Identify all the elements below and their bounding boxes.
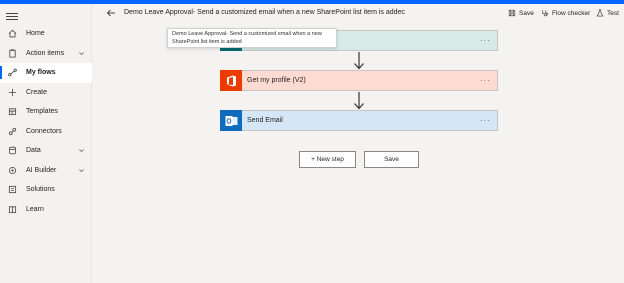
title-tooltip: Demo Leave Approval- Send a customized e… — [167, 28, 337, 48]
more-options-icon[interactable]: ··· — [480, 36, 491, 45]
sidebar-item-connectors[interactable]: Connectors — [0, 122, 92, 142]
outlook-icon — [220, 110, 242, 131]
sidebar-item-label: Connectors — [26, 127, 62, 135]
solutions-icon — [8, 185, 17, 194]
sidebar-item-label: AI Builder — [26, 166, 57, 174]
test-button[interactable]: Test — [596, 9, 619, 17]
sidebar-item-label: Home — [26, 30, 45, 38]
save-icon — [508, 9, 516, 17]
step-label: Send Email — [247, 117, 283, 124]
sidebar-item-ai-builder[interactable]: AI Builder — [0, 161, 92, 181]
left-navigation: Home Action items My flows Create Templa… — [0, 4, 92, 283]
stethoscope-icon — [542, 10, 549, 17]
new-step-button[interactable]: + New step — [299, 151, 356, 168]
sidebar-item-solutions[interactable]: Solutions — [0, 180, 92, 200]
get-my-profile-step-card[interactable]: Get my profile (V2) ··· — [220, 70, 498, 91]
book-icon — [8, 205, 17, 214]
sidebar-item-my-flows[interactable]: My flows — [0, 63, 92, 83]
hamburger-menu-icon[interactable] — [6, 11, 18, 23]
save-flow-button[interactable]: Save — [364, 151, 419, 168]
ai-builder-icon — [8, 166, 17, 175]
sidebar-item-label: Learn — [26, 205, 44, 213]
flow-checker-label: Flow checker — [552, 9, 591, 17]
plus-icon — [8, 88, 17, 97]
clipboard-icon — [8, 49, 17, 58]
flow-designer: Demo Leave Approval- Send a customized e… — [92, 4, 624, 283]
connector-arrow-icon — [354, 52, 364, 70]
sidebar-item-label: Solutions — [26, 186, 55, 194]
sidebar-item-data[interactable]: Data — [0, 141, 92, 161]
sidebar-item-label: Create — [26, 88, 48, 96]
sidebar-item-action-items[interactable]: Action items — [0, 44, 92, 64]
more-options-icon[interactable]: ··· — [480, 116, 491, 125]
send-email-step-card[interactable]: Send Email ··· — [220, 110, 498, 131]
sidebar-item-label: Templates — [26, 108, 58, 116]
connector-icon — [8, 127, 17, 136]
flask-icon — [596, 9, 604, 17]
sidebar-item-home[interactable]: Home — [0, 24, 92, 44]
sidebar-item-label: Data — [26, 147, 41, 155]
chevron-down-icon[interactable] — [78, 147, 85, 154]
more-options-icon[interactable]: ··· — [480, 76, 491, 85]
sidebar-item-label: My flows — [26, 69, 56, 77]
connector-arrow-icon — [354, 92, 364, 110]
chevron-down-icon[interactable] — [78, 50, 85, 57]
test-label: Test — [607, 9, 619, 17]
chevron-down-icon[interactable] — [78, 167, 85, 174]
step-label: Get my profile (V2) — [247, 77, 306, 84]
save-command-button[interactable]: Save — [508, 9, 534, 17]
save-command-label: Save — [519, 9, 534, 17]
flow-checker-button[interactable]: Flow checker — [541, 9, 590, 17]
back-arrow-icon[interactable] — [106, 8, 116, 18]
command-bar: Demo Leave Approval- Send a customized e… — [92, 4, 624, 23]
sidebar-item-templates[interactable]: Templates — [0, 102, 92, 122]
sidebar-item-label: Action items — [26, 49, 65, 57]
database-icon — [8, 146, 17, 155]
flow-icon — [8, 68, 17, 77]
home-icon — [8, 29, 17, 38]
sidebar-item-learn[interactable]: Learn — [0, 200, 92, 220]
office-icon — [220, 70, 242, 91]
nav-list: Home Action items My flows Create Templa… — [0, 24, 92, 219]
sidebar-item-create[interactable]: Create — [0, 83, 92, 103]
flow-title[interactable]: Demo Leave Approval- Send a customized e… — [124, 9, 405, 16]
template-icon — [8, 107, 17, 116]
